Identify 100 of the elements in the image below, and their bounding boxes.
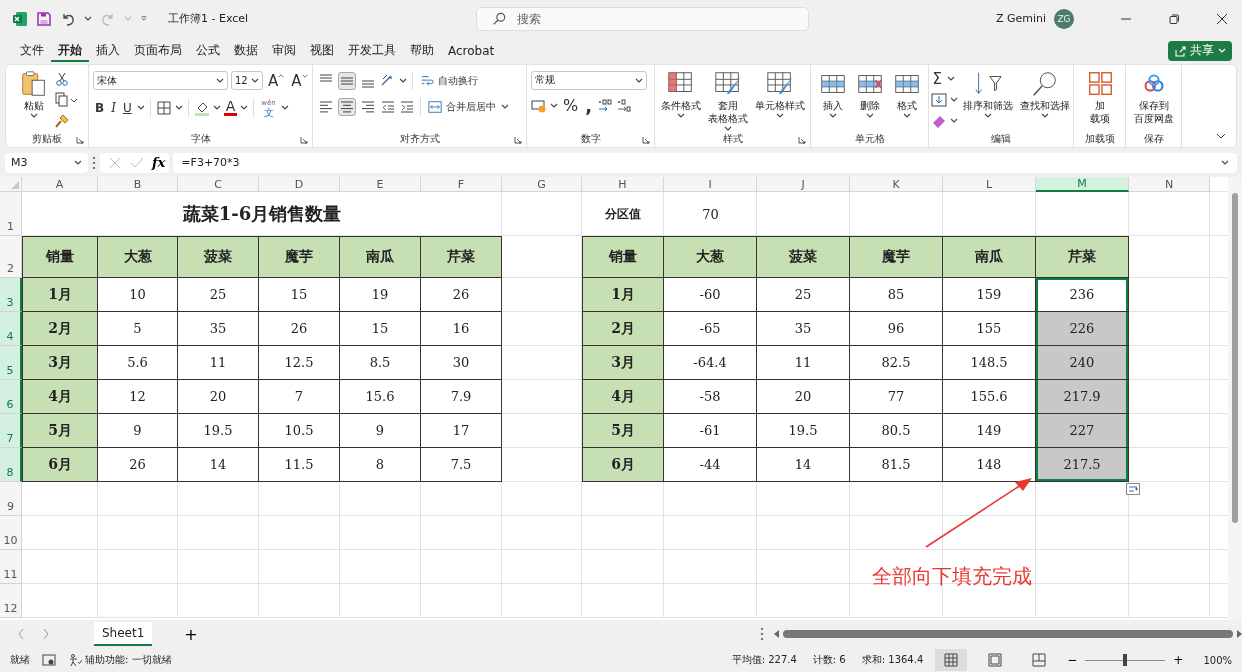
menu-tab[interactable]: 公式	[189, 39, 227, 63]
dialog-launcher-icon[interactable]	[514, 135, 522, 144]
column-header[interactable]: K	[850, 177, 943, 193]
caret-icon[interactable]	[501, 104, 509, 110]
row-number[interactable]: 7	[0, 414, 22, 449]
close-icon[interactable]	[1216, 12, 1228, 25]
underline-button[interactable]: U	[120, 97, 134, 118]
add-sheet-button[interactable]: +	[178, 623, 204, 645]
cells-button[interactable]: 插入	[815, 68, 850, 118]
paste-button[interactable]: 粘贴	[16, 68, 51, 118]
user-name[interactable]: Z Gemini	[995, 12, 1046, 26]
caret-icon[interactable]	[550, 103, 558, 109]
comma-style-button[interactable]: ,	[583, 95, 595, 116]
dialog-launcher-icon[interactable]	[798, 135, 806, 144]
horizontal-scrollbar[interactable]	[773, 628, 1242, 641]
increase-indent-icon[interactable]	[399, 98, 415, 115]
column-header[interactable]: D	[259, 177, 340, 193]
menu-tab[interactable]: 审阅	[265, 39, 303, 63]
editing-button[interactable]: 排序和筛选	[960, 68, 1015, 118]
style-button[interactable]: 套用 表格格式	[705, 68, 750, 131]
row-number[interactable]: 8	[0, 448, 22, 483]
decrease-decimal-icon[interactable]	[616, 97, 633, 114]
cells-button[interactable]: 格式	[889, 68, 924, 118]
caret-icon[interactable]	[84, 16, 92, 22]
insert-function-button[interactable]: fx	[152, 155, 166, 170]
menu-tab[interactable]: 文件	[13, 39, 51, 63]
row-number[interactable]: 10	[0, 516, 22, 551]
menu-tab[interactable]: 视图	[303, 39, 341, 63]
row-number[interactable]: 4	[0, 312, 22, 347]
column-header[interactable]: L	[943, 177, 1036, 193]
menu-tab[interactable]: 数据	[227, 39, 265, 63]
more-icon[interactable]	[759, 627, 764, 642]
column-header[interactable]: J	[757, 177, 850, 193]
row-number[interactable]: 1	[0, 192, 22, 237]
zoom-level[interactable]: 100%	[1203, 654, 1232, 666]
row-number[interactable]: 3	[0, 278, 22, 313]
vertical-align-icon[interactable]	[338, 71, 356, 90]
macro-record-icon[interactable]	[42, 653, 56, 667]
dialog-launcher-icon[interactable]	[642, 135, 650, 144]
autosum-button[interactable]: Σ	[930, 70, 944, 87]
column-header[interactable]: B	[98, 177, 178, 193]
font-name-dropdown[interactable]: 宋体	[93, 71, 228, 91]
menu-tab[interactable]: 开发工具	[341, 39, 403, 63]
editing-button[interactable]: 查找和选择	[1017, 68, 1072, 118]
dialog-launcher-icon[interactable]	[76, 135, 84, 144]
row-number[interactable]: 11	[0, 550, 22, 585]
row-number[interactable]: 12	[0, 584, 22, 619]
column-header[interactable]: N	[1129, 177, 1210, 193]
increase-decimal-icon[interactable]	[597, 97, 614, 114]
restore-icon[interactable]	[1168, 12, 1180, 25]
caret-icon[interactable]	[240, 105, 249, 111]
column-header[interactable]: G	[502, 177, 582, 193]
row-number[interactable]: 6	[0, 380, 22, 415]
menu-tab[interactable]: Acrobat	[441, 40, 502, 61]
font-size-dropdown[interactable]: 12	[231, 71, 263, 91]
percent-button[interactable]: %	[561, 95, 581, 116]
number-format-dropdown[interactable]: 常规	[531, 70, 647, 90]
row-number[interactable]: 9	[0, 482, 22, 517]
horizontal-align-icon[interactable]	[338, 97, 356, 116]
dialog-launcher-icon[interactable]	[300, 135, 308, 144]
user-avatar[interactable]: ZG	[1054, 8, 1074, 29]
formula-field[interactable]: =F3+70*3	[173, 152, 1237, 173]
column-header[interactable]: H	[582, 177, 664, 193]
column-header[interactable]: I	[664, 177, 757, 193]
addins-button[interactable]: 加 载项	[1082, 68, 1117, 125]
name-box[interactable]: M3	[5, 152, 88, 173]
row-number[interactable]: 2	[0, 236, 22, 279]
row-number[interactable]: 5	[0, 346, 22, 381]
vertical-scrollbar[interactable]	[1228, 177, 1242, 621]
format-painter-icon[interactable]	[53, 112, 70, 129]
caret-icon[interactable]	[280, 105, 289, 111]
menu-tab[interactable]: 帮助	[403, 39, 441, 63]
share-button[interactable]: 共享	[1168, 40, 1232, 61]
menu-tab[interactable]: 开始	[51, 39, 89, 63]
view-icon[interactable]	[935, 649, 968, 671]
zoom-out-button[interactable]: −	[1067, 653, 1078, 667]
menu-tab[interactable]: 页面布局	[127, 39, 189, 63]
more-icon[interactable]	[92, 155, 96, 170]
sheet-tab[interactable]: Sheet1	[94, 622, 153, 647]
grow-font-button[interactable]: A	[266, 70, 287, 91]
zoom-slider-thumb[interactable]	[1123, 654, 1128, 666]
wrap-text-button[interactable]: 自动换行	[418, 70, 480, 91]
font-color-button[interactable]: A	[223, 99, 238, 117]
column-header[interactable]: E	[340, 177, 421, 193]
cells-button[interactable]: 删除	[852, 68, 887, 118]
caret-icon[interactable]	[212, 105, 221, 111]
caret-icon[interactable]	[399, 78, 407, 84]
italic-button[interactable]: I	[109, 97, 118, 118]
caret-icon[interactable]	[949, 118, 958, 124]
caret-icon[interactable]	[136, 105, 145, 111]
merge-center-button[interactable]: 合并后居中	[426, 96, 498, 117]
save-to-cloud-button[interactable]: 保存到 百度网盘	[1131, 68, 1176, 125]
save-icon[interactable]	[36, 10, 52, 27]
accessibility-status[interactable]: 辅助功能: 一切就绪	[68, 653, 172, 667]
caret-icon[interactable]	[949, 97, 958, 103]
bold-button[interactable]: B	[93, 97, 107, 118]
style-button[interactable]: 单元格样式	[752, 68, 807, 118]
zoom-in-button[interactable]: +	[1173, 653, 1184, 667]
cut-icon[interactable]	[53, 70, 70, 87]
caret-icon[interactable]	[947, 76, 955, 82]
